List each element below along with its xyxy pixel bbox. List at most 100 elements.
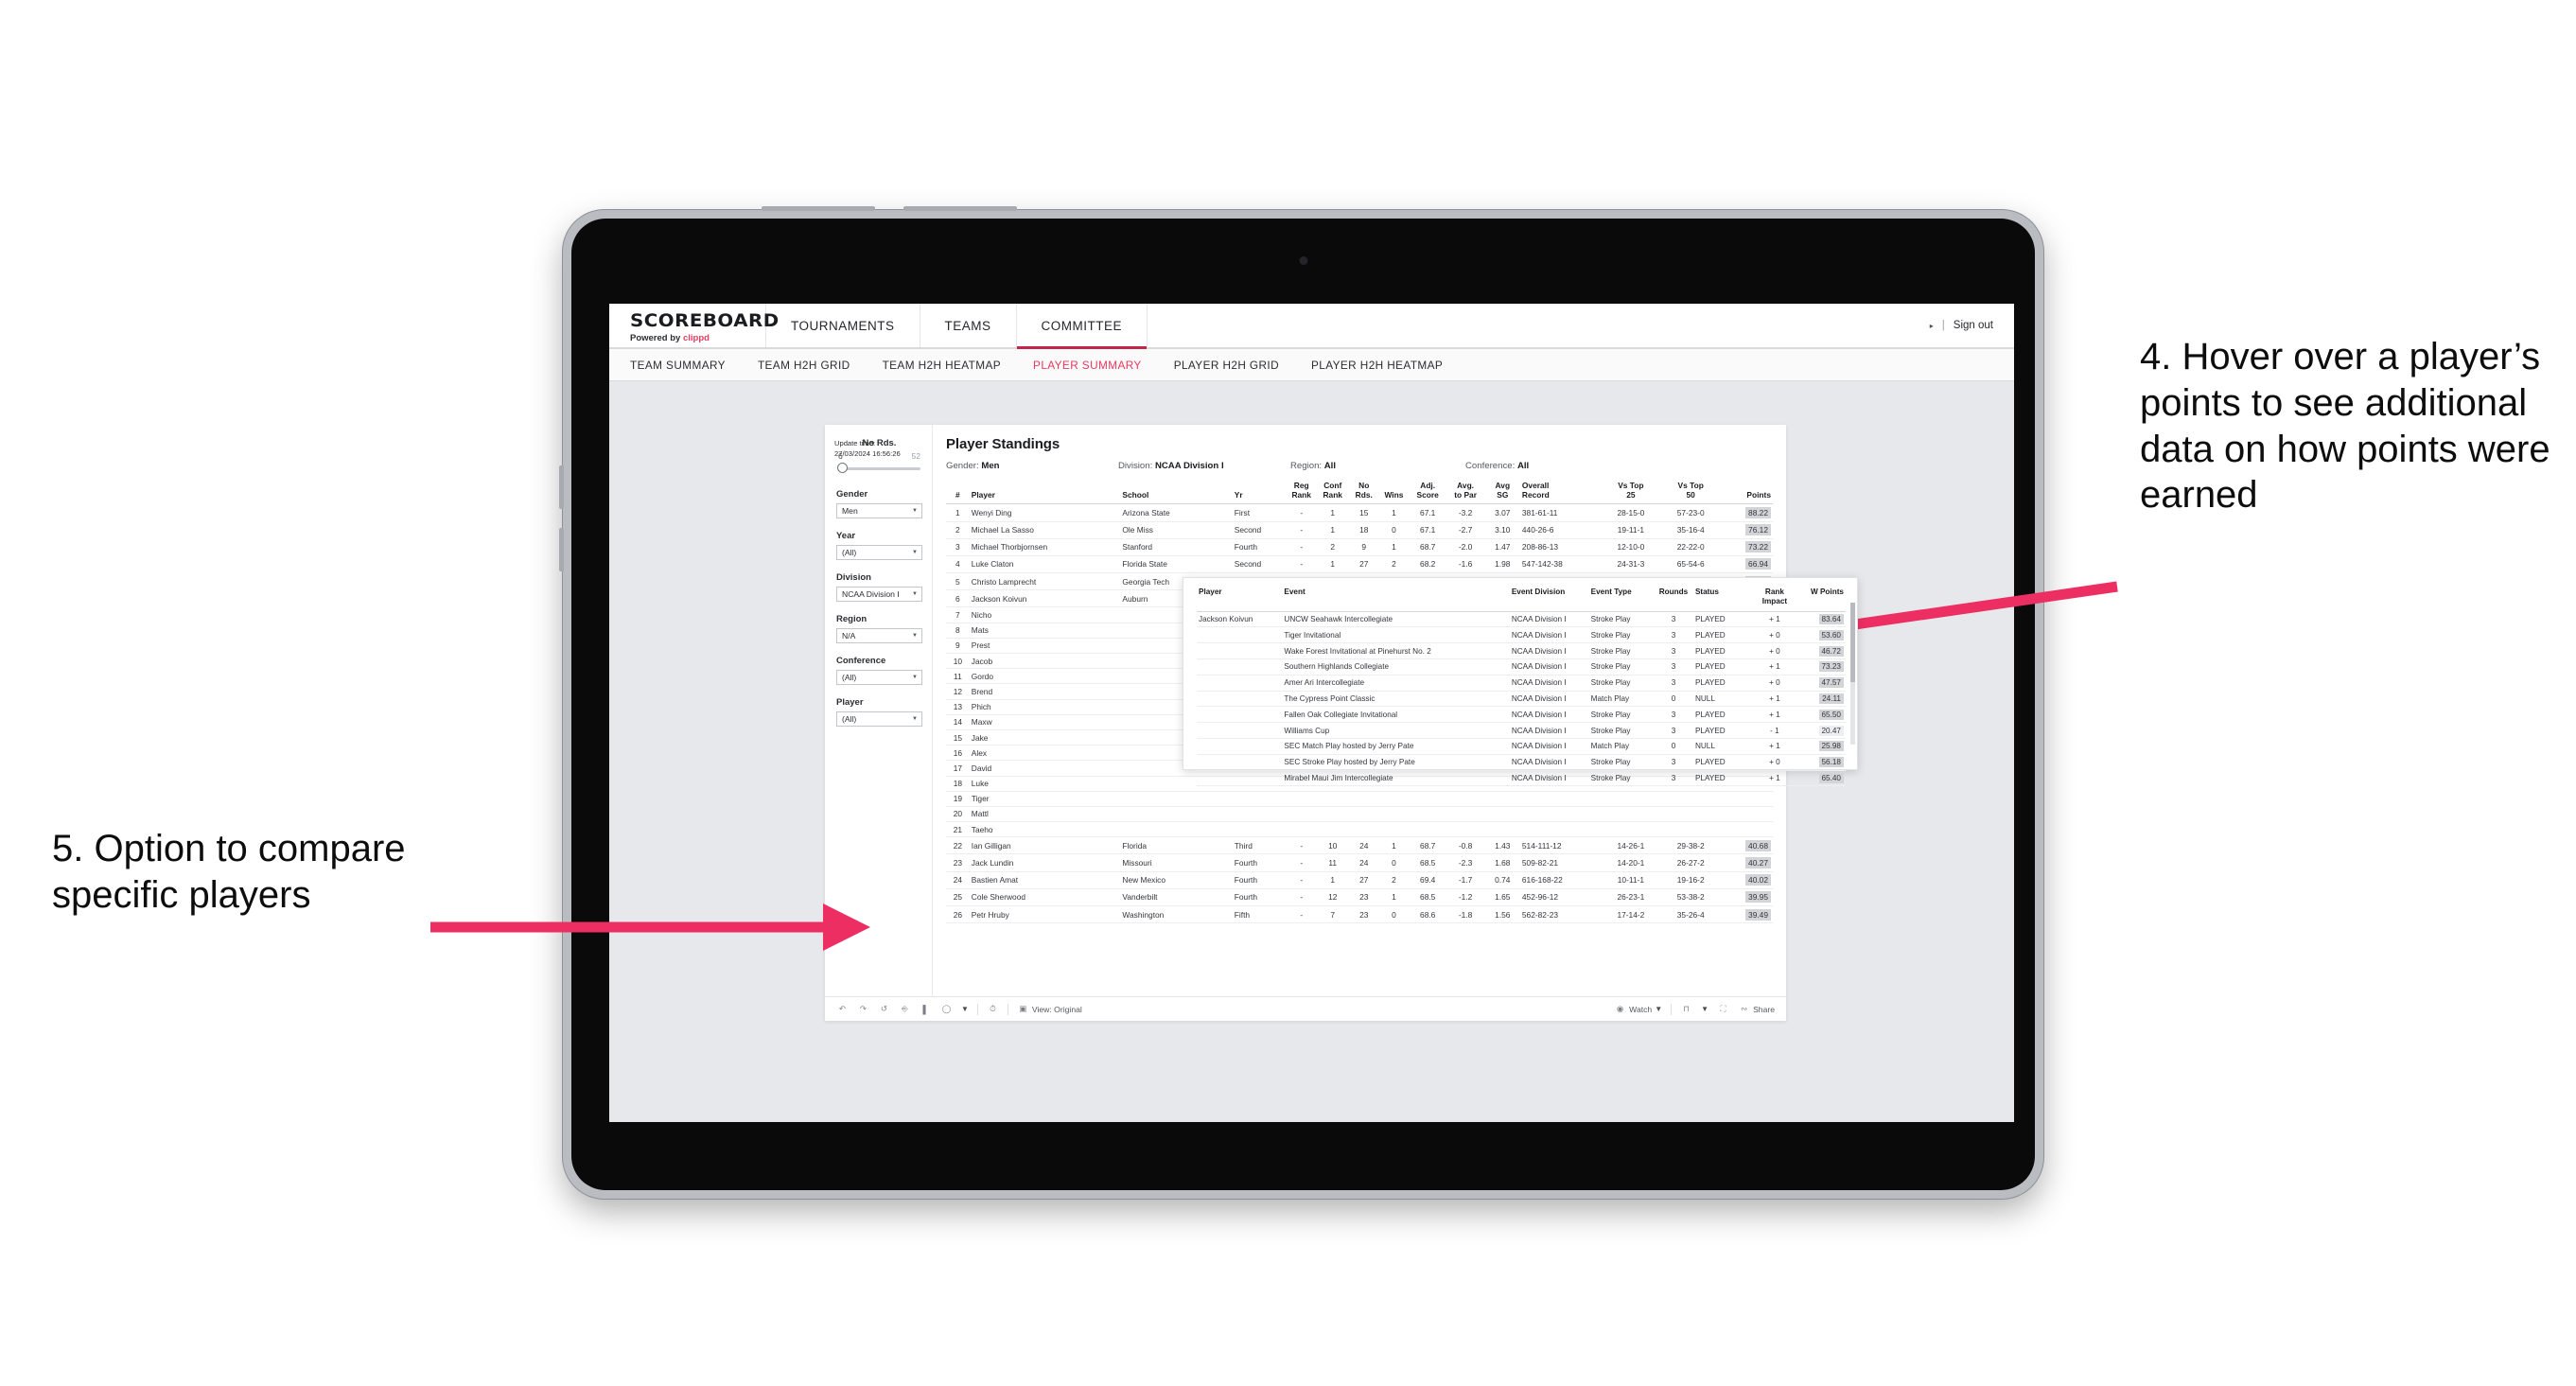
refresh-data-icon[interactable]: ⎆	[899, 1003, 911, 1015]
download-icon[interactable]: ⊓	[1680, 1003, 1692, 1015]
nav-item-teams[interactable]: TEAMS	[920, 304, 1017, 347]
redo-icon[interactable]: ↷	[857, 1003, 869, 1015]
points-badge[interactable]: 76.12	[1745, 524, 1771, 536]
fullscreen-icon[interactable]: ⛶	[1717, 1003, 1729, 1015]
points-badge[interactable]: 73.22	[1745, 541, 1771, 553]
cell-pts[interactable]: 39.95	[1720, 888, 1773, 907]
column-header[interactable]: Conf Rank	[1315, 480, 1350, 505]
filter-gender-select[interactable]: Men ▼	[836, 503, 922, 518]
tab-player-h2h-grid[interactable]: PLAYER H2H GRID	[1174, 359, 1300, 372]
history-clock-icon[interactable]: ⏱	[987, 1003, 999, 1015]
column-header[interactable]: Avg SG	[1484, 480, 1520, 505]
tab-player-summary[interactable]: PLAYER SUMMARY	[1033, 359, 1163, 372]
sign-out-link[interactable]: Sign out	[1954, 320, 1993, 331]
cell-adj	[1409, 791, 1446, 807]
points-badge[interactable]: 66.94	[1745, 558, 1771, 570]
revert-icon[interactable]: ↺	[878, 1003, 890, 1015]
cell-pts[interactable]: 39.49	[1720, 905, 1773, 924]
column-header[interactable]: Wins	[1377, 480, 1410, 505]
tab-team-h2h-heatmap[interactable]: TEAM H2H HEATMAP	[883, 359, 1022, 372]
tooltip-column-header: Rank Impact	[1751, 588, 1798, 612]
tab-player-h2h-heatmap[interactable]: PLAYER H2H HEATMAP	[1311, 359, 1463, 372]
points-badge[interactable]: 40.02	[1745, 874, 1771, 886]
filter-division-select[interactable]: NCAA Division I ▼	[836, 587, 922, 602]
points-badge[interactable]: 40.27	[1745, 857, 1771, 869]
column-header[interactable]: No Rds.	[1349, 480, 1378, 505]
points-badge[interactable]: 39.95	[1745, 891, 1771, 904]
no-rounds-slider[interactable]	[836, 463, 922, 474]
cell-pts[interactable]: 40.68	[1720, 836, 1773, 855]
cell-pts[interactable]: 66.94	[1720, 555, 1773, 574]
column-header[interactable]: Overall Record	[1519, 480, 1602, 505]
filter-player-select[interactable]: (All) ▼	[836, 711, 922, 727]
chevron-down-icon[interactable]: ▼	[1701, 1005, 1709, 1013]
filter-conference-select[interactable]: (All) ▼	[836, 670, 922, 685]
filter-year-select[interactable]: (All) ▼	[836, 545, 922, 560]
tooltip-cell: Stroke Play	[1588, 642, 1655, 660]
column-header[interactable]: #	[946, 480, 970, 505]
device-volume-up-button[interactable]	[559, 465, 564, 509]
cell-pts[interactable]	[1720, 806, 1773, 823]
filter-region-select[interactable]: N/A ▼	[836, 628, 922, 643]
device-volume-down-button[interactable]	[559, 528, 564, 571]
table-row[interactable]: 23 Jack Lundin Missouri Fourth -11 24 0 68.5 -2.…	[946, 853, 1773, 872]
table-row[interactable]: 20 Mattl	[946, 806, 1773, 823]
table-row[interactable]: 25 Cole Sherwood Vanderbilt Fourth -12 23 1 68.…	[946, 888, 1773, 907]
column-header[interactable]: Avg. to Par	[1446, 480, 1485, 505]
cell-pts[interactable]: 73.22	[1720, 538, 1773, 556]
device-top-button-right[interactable]	[903, 206, 1017, 211]
points-badge[interactable]: 88.22	[1745, 506, 1771, 518]
table-row[interactable]: 19 Tiger	[946, 791, 1773, 807]
tooltip-cell: The Cypress Point Classic	[1282, 691, 1510, 708]
table-row[interactable]: 21 Taeho	[946, 821, 1773, 838]
slider-handle[interactable]	[837, 463, 848, 473]
cell-pts[interactable]	[1720, 821, 1773, 838]
meta-conference-label: Conference:	[1465, 461, 1516, 471]
tooltip-scrollbar[interactable]	[1850, 603, 1855, 745]
pause-updates-icon[interactable]: ▌	[920, 1003, 932, 1015]
column-header[interactable]: School	[1120, 480, 1233, 505]
table-row[interactable]: 24 Bastien Amat New Mexico Fourth -1 27 2 69.4-…	[946, 871, 1773, 889]
tab-team-summary[interactable]: TEAM SUMMARY	[630, 359, 746, 372]
nav-item-committee[interactable]: COMMITTEE	[1016, 304, 1148, 349]
table-row[interactable]: 26 Petr Hruby Washington Fifth -7 23 0 68.6 -1.8…	[946, 905, 1773, 924]
undo-icon[interactable]: ↶	[836, 1003, 849, 1015]
brand-subtitle: Powered by clippd	[630, 333, 765, 343]
column-header[interactable]: Player	[969, 480, 1121, 505]
cell-pts[interactable]: 40.27	[1720, 853, 1773, 872]
chevron-down-icon[interactable]: ▸	[1930, 322, 1934, 330]
column-header[interactable]: Yr	[1232, 480, 1288, 505]
tooltip-scrollbar-thumb[interactable]	[1850, 603, 1855, 682]
cell-n: 12	[946, 683, 970, 700]
table-row[interactable]: 1 Wenyi Ding Arizona State First -1 15 1 67.1 -3…	[946, 503, 1773, 522]
column-header[interactable]: Reg Rank	[1287, 480, 1316, 505]
view-original-button[interactable]: ▣ View: Original	[1017, 1003, 1081, 1015]
brand-logo[interactable]: SCOREBOARD Powered by clippd	[609, 304, 779, 347]
tab-team-h2h-grid[interactable]: TEAM H2H GRID	[758, 359, 871, 372]
chevron-down-icon[interactable]: ▼	[961, 1005, 969, 1013]
share-button[interactable]: ∾ Share	[1738, 1003, 1775, 1015]
cell-pts[interactable]: 88.22	[1720, 503, 1773, 522]
cell-rds: 18	[1349, 521, 1378, 539]
w-points-badge: 47.57	[1818, 677, 1844, 689]
watch-button[interactable]: ◉ Watch ▼	[1614, 1003, 1662, 1015]
alerts-icon[interactable]: ◯	[940, 1003, 953, 1015]
column-header[interactable]: Adj. Score	[1409, 480, 1446, 505]
cell-pts[interactable]: 40.02	[1720, 871, 1773, 889]
table-row[interactable]: 22 Ian Gilligan Florida Third -10 24 1 68.7 -0.8…	[946, 836, 1773, 855]
cell-pts[interactable]	[1720, 791, 1773, 807]
points-badge[interactable]: 39.49	[1745, 908, 1771, 921]
cell-pts[interactable]: 76.12	[1720, 521, 1773, 539]
table-row[interactable]: 2 Michael La Sasso Ole Miss Second -1 18 0 67.1…	[946, 521, 1773, 539]
column-header[interactable]: Points	[1720, 480, 1773, 505]
nav-item-tournaments[interactable]: TOURNAMENTS	[766, 304, 920, 347]
w-points-badge: 56.18	[1818, 757, 1844, 768]
column-header[interactable]: Vs Top 50	[1660, 480, 1721, 505]
table-row[interactable]: 4 Luke Claton Florida State Second -1 27 2 68.2…	[946, 555, 1773, 574]
cell-reg	[1287, 821, 1316, 838]
table-row[interactable]: 3 Michael Thorbjornsen Stanford Fourth -2 9 1 6…	[946, 538, 1773, 556]
cell-sg: 0.74	[1484, 871, 1520, 889]
device-top-button-left[interactable]	[762, 206, 875, 211]
column-header[interactable]: Vs Top 25	[1601, 480, 1661, 505]
points-badge[interactable]: 40.68	[1745, 839, 1771, 851]
